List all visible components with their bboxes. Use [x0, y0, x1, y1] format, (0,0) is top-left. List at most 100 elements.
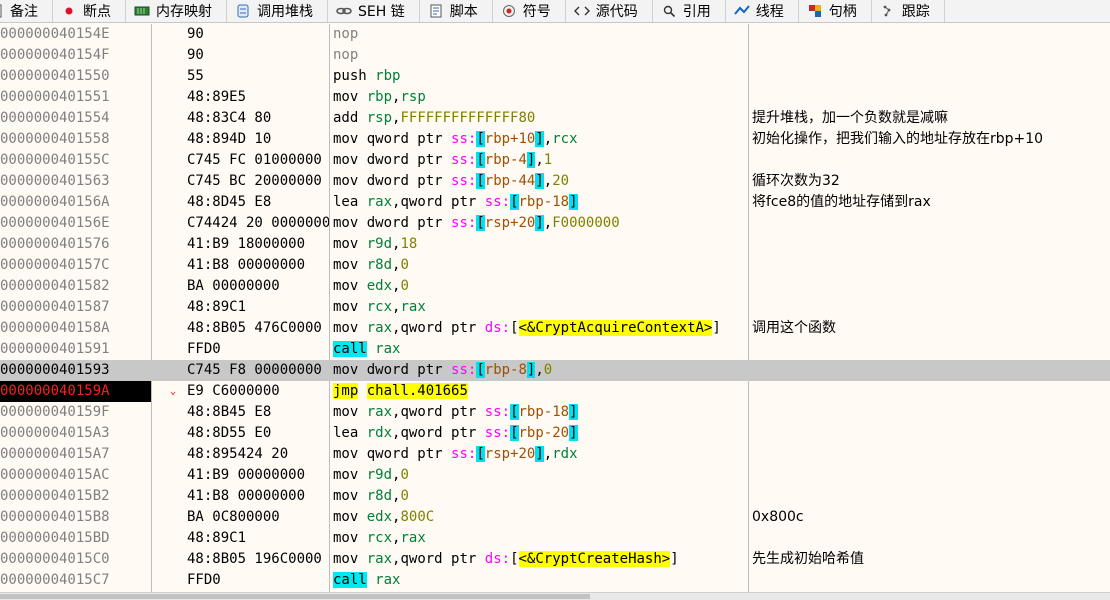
disassembly-listing[interactable]: 000000040154E 90 nop 000000040154F 90 nop 0000… [0, 24, 1110, 594]
memory-operand: rbp-8 [484, 362, 527, 378]
disasm-row[interactable]: 00000004015C0 48:8B05 196C0000 mov rax,qwo… [0, 549, 1110, 570]
disasm-row[interactable]: 000000040157C 41:B8 00000000 mov r8d,0 [0, 255, 1110, 276]
operand-register: rax [375, 572, 401, 588]
disasm-row[interactable]: 0000000401558 48:894D 10 mov qword ptr ss:… [0, 129, 1110, 150]
disasm-row[interactable]: 0000000401563 C745 BC 20000000 mov dword p… [0, 171, 1110, 192]
disasm-row[interactable]: 000000040159F 48:8B45 E8 mov rax,qword ptr… [0, 402, 1110, 423]
tab-references[interactable]: 引用 [653, 0, 726, 22]
mnemonic: mov [333, 152, 359, 168]
disasm-row[interactable]: 000000040154F 90 nop [0, 45, 1110, 66]
jump-marker-icon: ⌄ [170, 386, 177, 397]
instruction-cell: mov dword ptr ss:[rbp-8],0 [333, 362, 553, 378]
tab-seh-chain[interactable]: SEH 链 [328, 0, 420, 22]
mnemonic: mov [333, 131, 359, 147]
instruction-cell: mov rbp,rsp [333, 89, 426, 105]
tab-note[interactable]: 备注 [0, 0, 53, 22]
bracket-open: [ [510, 404, 519, 420]
instruction-cell: mov rcx,rax [333, 299, 426, 315]
bytes-cell: C74424 20 0000000F [187, 215, 329, 231]
disasm-row[interactable]: 000000040155C C745 FC 01000000 mov dword p… [0, 150, 1110, 171]
tab-memory-map[interactable]: 内存映射 [126, 0, 227, 22]
operand-size: dword ptr [366, 362, 443, 378]
disasm-row[interactable]: 00000004015C7 FFD0 call rax [0, 570, 1110, 591]
disasm-row[interactable]: 000000040159A ⌄ E9 C6000000 jmp chall.40166… [0, 381, 1110, 402]
operand-immediate: 0 [543, 362, 553, 378]
operand-register: rcx [366, 530, 393, 546]
operand-register: rax [366, 320, 393, 336]
bytes-cell: 48:8B05 476C0000 [187, 320, 322, 336]
disasm-row[interactable]: 000000040158A 48:8B05 476C0000 mov rax,qwo… [0, 318, 1110, 339]
disasm-row[interactable]: 000000040156E C74424 20 0000000F mov dword… [0, 213, 1110, 234]
bytes-cell: 48:89C1 [187, 530, 247, 546]
disasm-row[interactable]: 000000040154E 90 nop [0, 24, 1110, 45]
bracket-close: ] [535, 131, 544, 147]
operand-immediate: 0 [400, 488, 409, 504]
bytes-cell: FFD0 [187, 341, 221, 357]
address-cell: 0000000401587 [0, 299, 110, 315]
address-cell: 000000040157C [0, 257, 110, 273]
bracket-close: ] [569, 194, 578, 210]
bytes-cell: 41:B9 00000000 [187, 467, 306, 483]
address-cell: 0000000401591 [0, 341, 110, 357]
instruction-cell: mov rax,qword ptr ss:[rbp-18] [333, 404, 578, 420]
address-cell: 0000000401593 [0, 362, 110, 378]
disasm-row[interactable]: 0000000401587 48:89C1 mov rcx,rax [0, 297, 1110, 318]
disasm-row[interactable]: 0000000401554 48:83C4 80 add rsp,FFFFFFFFF… [0, 108, 1110, 129]
disasm-row[interactable]: 00000004015A3 48:8D55 E0 lea rdx,qword ptr… [0, 423, 1110, 444]
disasm-row[interactable]: 0000000401551 48:89E5 mov rbp,rsp [0, 87, 1110, 108]
tab-symbols[interactable]: 符号 [493, 0, 566, 22]
disasm-row[interactable]: 00000004015B2 41:B8 00000000 mov r8d,0 [0, 486, 1110, 507]
tab-breakpoint[interactable]: 断点 [53, 0, 126, 22]
bracket-open: [ [476, 446, 485, 462]
operand-register: r8d [366, 488, 393, 504]
tab-threads[interactable]: 线程 [726, 0, 799, 22]
bytes-cell: 48:89C1 [187, 299, 247, 315]
instruction-cell: lea rdx,qword ptr ss:[rbp-20] [333, 425, 578, 441]
tab-handles[interactable]: 句柄 [799, 0, 872, 22]
bytes-cell: FFD0 [187, 572, 221, 588]
script-icon [428, 3, 444, 19]
disasm-row[interactable]: 0000000401591 FFD0 call rax [0, 339, 1110, 360]
disasm-row[interactable]: 000000040156A 48:8D45 E8 lea rax,qword ptr… [0, 192, 1110, 213]
address-cell: 000000040154F [0, 47, 110, 63]
address-cell: 0000000401563 [0, 173, 110, 189]
mnemonic: mov [333, 530, 359, 546]
disasm-row[interactable]: 00000004015BD 48:89C1 mov rcx,rax [0, 528, 1110, 549]
operand-size: qword ptr [366, 446, 443, 462]
scrollbar-thumb[interactable] [0, 594, 590, 599]
disasm-row[interactable]: 0000000401593 C745 F8 00000000 mov dword p… [0, 360, 1110, 381]
bracket-open: [ [476, 362, 485, 378]
bracket-close: ] [535, 446, 544, 462]
breakpoint-icon [61, 3, 77, 19]
address-cell: 000000040155C [0, 152, 110, 168]
disasm-row[interactable]: 0000000401576 41:B9 18000000 mov r9d,18 [0, 234, 1110, 255]
bytes-cell: C745 F8 00000000 [187, 362, 322, 378]
tab-label: 线程 [755, 4, 784, 20]
address-cell: 0000000401576 [0, 236, 110, 252]
source-icon [573, 3, 590, 19]
segment-prefix: ss: [451, 446, 477, 462]
operand-register: rax [366, 194, 393, 210]
symbol-reference: <&CryptAcquireContextA> [518, 320, 713, 336]
memory-operand: rbp-44 [484, 173, 536, 189]
symbol-reference: <&CryptCreateHash> [518, 551, 671, 567]
disasm-row[interactable]: 00000004015B8 BA 0C800000 mov edx,800C 0x80… [0, 507, 1110, 528]
tab-trace[interactable]: 跟踪 [872, 0, 945, 22]
operand-immediate: FFFFFFFFFFFFFF80 [400, 110, 536, 126]
tab-call-stack[interactable]: 调用堆栈 [227, 0, 328, 22]
operand-register: edx [366, 509, 393, 525]
tab-label: 源代码 [595, 4, 638, 20]
operand-immediate: 18 [400, 236, 418, 252]
disasm-row[interactable]: 0000000401550 55 push rbp [0, 66, 1110, 87]
disasm-row[interactable]: 0000000401582 BA 00000000 mov edx,0 [0, 276, 1110, 297]
disasm-row[interactable]: 00000004015A7 48:895424 20 mov qword ptr s… [0, 444, 1110, 465]
address-cell: 000000040158A [0, 320, 110, 336]
tab-label: 脚本 [449, 4, 478, 20]
bracket-open: [ [510, 194, 519, 210]
bytes-cell: E9 C6000000 [187, 383, 280, 399]
disasm-row[interactable]: 00000004015AC 41:B9 00000000 mov r9d,0 [0, 465, 1110, 486]
tab-script[interactable]: 脚本 [420, 0, 493, 22]
tab-source[interactable]: 源代码 [566, 0, 653, 22]
bytes-cell: 48:83C4 80 [187, 110, 272, 126]
operand-register: rbp [375, 68, 401, 84]
